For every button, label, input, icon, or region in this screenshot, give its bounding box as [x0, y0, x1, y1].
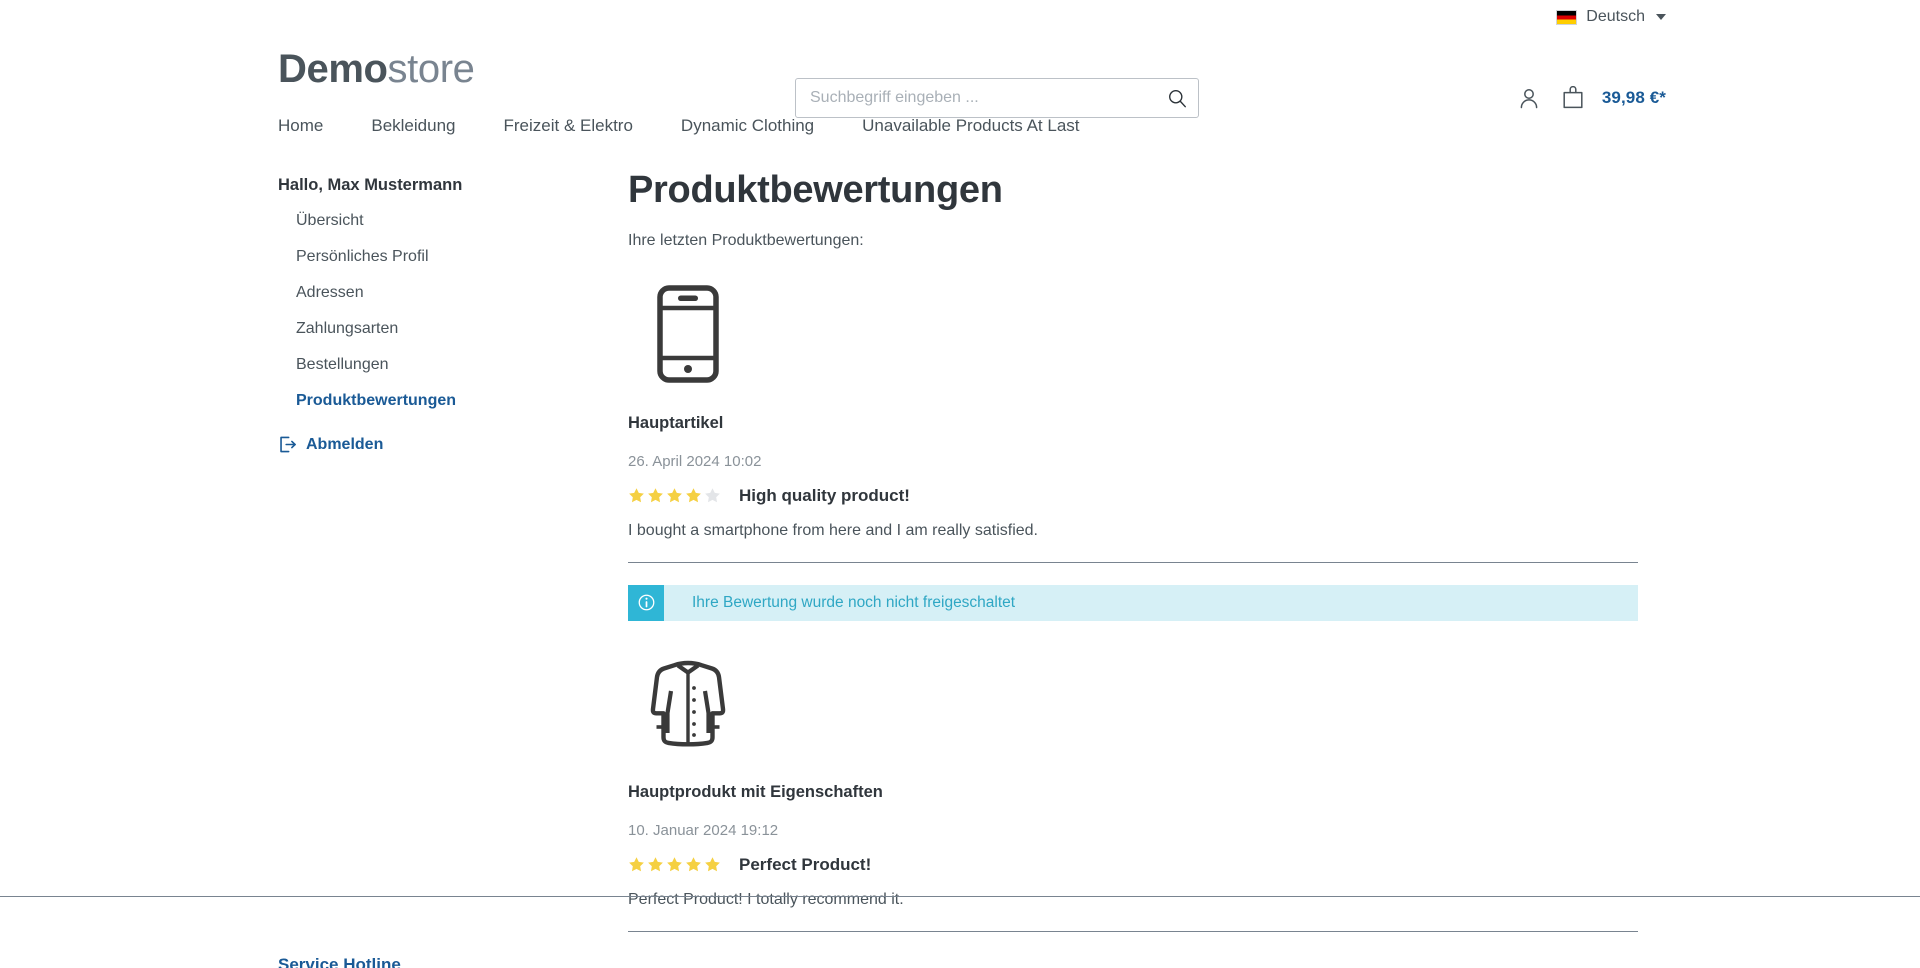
- star-rating: [628, 856, 721, 873]
- star-icon-filled: [667, 488, 682, 503]
- nav-item-home[interactable]: Home: [278, 117, 347, 134]
- nav-item-bekleidung[interactable]: Bekleidung: [371, 117, 479, 134]
- user-icon: [1520, 88, 1538, 108]
- sidebar-item-adressen[interactable]: Adressen: [278, 281, 364, 305]
- logout-label: Abmelden: [306, 435, 384, 453]
- language-selector[interactable]: Deutsch: [1556, 8, 1666, 26]
- star-icon-filled: [686, 488, 701, 503]
- star-icon-filled: [705, 857, 720, 872]
- star-rating: [628, 487, 721, 504]
- info-icon-box: [628, 584, 664, 621]
- nav-item-dynamic[interactable]: Dynamic Clothing: [681, 117, 838, 134]
- page-root: Deutsch Demostore Suchbegriff eingeben .…: [0, 0, 1920, 968]
- content-area: Hallo, Max Mustermann Übersicht Persönli…: [0, 146, 1920, 954]
- product-thumbnail[interactable]: [628, 643, 748, 763]
- star-icon-empty: [705, 488, 720, 503]
- review-item: Hauptprodukt mit Eigenschaften 10. Janua…: [628, 643, 1650, 932]
- list-item: Adressen: [278, 281, 628, 305]
- sidebar-item-uebersicht[interactable]: Übersicht: [278, 209, 364, 233]
- account-button[interactable]: [1518, 87, 1540, 110]
- product-thumbnail[interactable]: [628, 274, 748, 394]
- list-item: Bestellungen: [278, 353, 628, 377]
- shopping-bag-icon: [1563, 86, 1583, 109]
- list-item: Produktbewertungen: [278, 389, 628, 413]
- sidebar-item-zahlungsarten[interactable]: Zahlungsarten: [278, 317, 398, 341]
- header-actions: 39,98 €*: [1518, 78, 1666, 118]
- search-form: [795, 78, 1199, 118]
- star-icon-filled: [629, 488, 644, 503]
- sidebar-item-bestellungen[interactable]: Bestellungen: [278, 353, 389, 377]
- info-icon: [638, 594, 654, 611]
- intro-text: Ihre letzten Produktbewertungen:: [628, 231, 864, 249]
- info-message: Ihre Bewertung wurde noch nicht freigesc…: [692, 593, 1016, 611]
- star-icon-filled: [686, 857, 701, 872]
- rating-row: High quality product!: [628, 486, 1650, 506]
- review-date: 26. April 2024 10:02: [628, 452, 762, 470]
- logout-icon: [280, 436, 296, 453]
- divider: [628, 930, 1638, 932]
- review-item: Hauptartikel 26. April 2024 10:02 High q…: [628, 274, 1650, 621]
- site-footer: Service Hotline: [278, 955, 401, 968]
- greeting-text: Hallo, Max Mustermann: [278, 176, 463, 194]
- star-icon-filled: [629, 857, 644, 872]
- review-headline: Perfect Product!: [739, 854, 872, 874]
- status-badge: Ihre Bewertung wurde noch nicht freigesc…: [628, 584, 1638, 621]
- language-label: Deutsch: [1586, 8, 1645, 25]
- footer-heading-service-hotline: Service Hotline: [278, 955, 401, 968]
- star-icon-filled: [648, 488, 663, 503]
- top-bar: Deutsch: [0, 0, 1920, 34]
- cart-total[interactable]: 39,98 €*: [1602, 88, 1666, 108]
- site-logo[interactable]: Demostore: [278, 47, 475, 91]
- logo-bold-part: Demo: [278, 47, 388, 91]
- logo-light-part: store: [387, 47, 475, 91]
- page-title: Produktbewertungen: [628, 169, 1003, 211]
- search-button[interactable]: [1155, 78, 1199, 118]
- star-icon-filled: [648, 857, 663, 872]
- review-headline: High quality product!: [739, 485, 910, 505]
- main-column: Produktbewertungen Ihre letzten Produktb…: [628, 169, 1920, 954]
- cart-button[interactable]: [1562, 86, 1584, 110]
- product-name[interactable]: Hauptprodukt mit Eigenschaften: [628, 783, 1650, 802]
- logout-button[interactable]: Abmelden: [278, 435, 628, 454]
- account-menu: Übersicht Persönliches Profil Adressen Z…: [278, 209, 628, 413]
- footer-separator: [0, 896, 1920, 897]
- rating-row: Perfect Product!: [628, 855, 1650, 875]
- smartphone-icon: [657, 285, 719, 383]
- review-body: Perfect Product! I totally recommend it.: [628, 890, 904, 908]
- jacket-icon: [650, 660, 726, 747]
- search-icon: [1168, 89, 1186, 107]
- list-item: Persönliches Profil: [278, 245, 628, 269]
- nav-item-unavailable[interactable]: Unavailable Products At Last: [862, 117, 1103, 134]
- sidebar-item-produktbewertungen[interactable]: Produktbewertungen: [278, 389, 456, 413]
- divider: [628, 561, 1638, 563]
- review-body: I bought a smartphone from here and I am…: [628, 521, 1038, 539]
- search-input[interactable]: [795, 78, 1199, 118]
- account-sidebar: Hallo, Max Mustermann Übersicht Persönli…: [278, 170, 628, 954]
- list-item: Übersicht: [278, 209, 628, 233]
- de-flag-icon: [1556, 9, 1578, 25]
- nav-item-freizeit[interactable]: Freizeit & Elektro: [503, 117, 656, 134]
- product-name[interactable]: Hauptartikel: [628, 414, 1650, 433]
- review-date: 10. Januar 2024 19:12: [628, 821, 779, 839]
- star-icon-filled: [667, 857, 682, 872]
- list-item: Zahlungsarten: [278, 317, 628, 341]
- sidebar-item-profil[interactable]: Persönliches Profil: [278, 245, 429, 269]
- chevron-down-icon: [1656, 14, 1666, 20]
- site-header: Demostore Suchbegriff eingeben ... 39,98…: [0, 34, 1920, 118]
